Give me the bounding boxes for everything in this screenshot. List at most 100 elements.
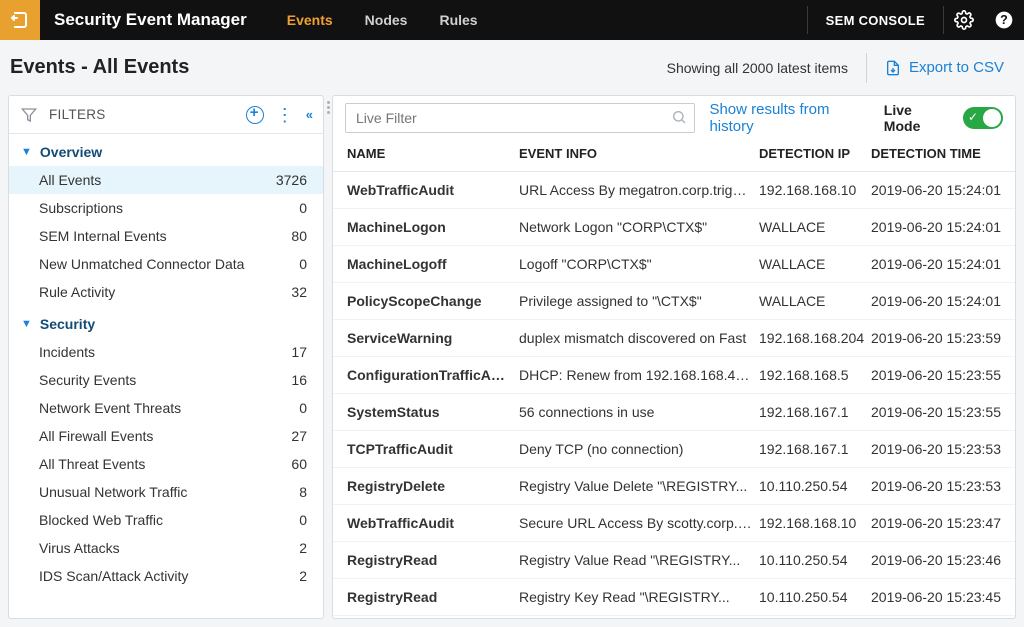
search-icon [671, 109, 687, 125]
cell-ip: 192.168.167.1 [759, 404, 871, 420]
table-row[interactable]: WebTrafficAuditSecure URL Access By scot… [333, 505, 1015, 542]
cell-name: SystemStatus [347, 404, 519, 420]
add-filter-button[interactable] [246, 106, 264, 124]
cell-info: Secure URL Access By scotty.corp.trigeo.… [519, 515, 759, 531]
cell-info: Registry Key Read "\REGISTRY... [519, 589, 759, 605]
filter-item-label: Security Events [39, 372, 136, 388]
cell-info: DHCP: Renew from 192.168.168.48 () [519, 367, 759, 383]
cell-name: WebTrafficAudit [347, 515, 519, 531]
cell-info: Deny TCP (no connection) [519, 441, 759, 457]
showing-count-text: Showing all 2000 latest items [667, 60, 848, 76]
cell-info: Privilege assigned to "\CTX$" [519, 293, 759, 309]
cell-time: 2019-06-20 15:23:45 [871, 589, 1001, 605]
table-row[interactable]: WebTrafficAuditURL Access By megatron.co… [333, 172, 1015, 209]
filter-item-label: SEM Internal Events [39, 228, 167, 244]
nav-tab-rules[interactable]: Rules [423, 0, 493, 40]
cell-name: WebTrafficAudit [347, 182, 519, 198]
export-csv-button[interactable]: Export to CSV [885, 59, 1004, 76]
table-row[interactable]: ConfigurationTrafficAuditDHCP: Renew fro… [333, 357, 1015, 394]
filter-menu-button[interactable]: ⋮ [276, 106, 294, 124]
cell-time: 2019-06-20 15:23:53 [871, 478, 1001, 494]
cell-time: 2019-06-20 15:24:01 [871, 293, 1001, 309]
filter-item[interactable]: New Unmatched Connector Data0 [9, 250, 323, 278]
cell-ip: 10.110.250.54 [759, 589, 871, 605]
section-label: Security [40, 316, 95, 332]
cell-ip: 10.110.250.54 [759, 478, 871, 494]
col-header-info[interactable]: EVENT INFO [519, 146, 759, 161]
col-header-time[interactable]: DETECTION TIME [871, 146, 1001, 161]
filter-item[interactable]: Virus Attacks2 [9, 534, 323, 562]
filter-item-label: All Threat Events [39, 456, 145, 472]
cell-name: PolicyScopeChange [347, 293, 519, 309]
table-row[interactable]: PolicyScopeChangePrivilege assigned to "… [333, 283, 1015, 320]
col-header-name[interactable]: NAME [347, 146, 519, 161]
table-row[interactable]: RegistryReadRegistry Value Read "\REGIST… [333, 542, 1015, 579]
cell-ip: WALLACE [759, 256, 871, 272]
top-nav: Security Event Manager Events Nodes Rule… [0, 0, 1024, 40]
filter-item[interactable]: Unusual Network Traffic8 [9, 478, 323, 506]
table-row[interactable]: ServiceWarningduplex mismatch discovered… [333, 320, 1015, 357]
filter-item[interactable]: All Threat Events 60 [9, 450, 323, 478]
filter-item[interactable]: Incidents17 [9, 338, 323, 366]
nav-tab-events[interactable]: Events [271, 0, 349, 40]
cell-name: MachineLogoff [347, 256, 519, 272]
filter-item[interactable]: Rule Activity32 [9, 278, 323, 306]
cell-ip: 192.168.168.5 [759, 367, 871, 383]
live-filter-input[interactable] [345, 103, 695, 133]
nav-tab-nodes[interactable]: Nodes [349, 0, 424, 40]
help-icon: ? [994, 10, 1014, 30]
filter-item-label: Rule Activity [39, 284, 115, 300]
filter-item[interactable]: All Firewall Events27 [9, 422, 323, 450]
settings-button[interactable] [944, 0, 984, 40]
events-panel: Show results from history Live Mode ✓ NA… [332, 95, 1016, 619]
app-title: Security Event Manager [54, 10, 247, 30]
cell-ip: WALLACE [759, 293, 871, 309]
cell-time: 2019-06-20 15:23:59 [871, 330, 1001, 346]
filter-item[interactable]: All Events3726 [9, 166, 323, 194]
table-row[interactable]: TCPTrafficAuditDeny TCP (no connection)1… [333, 431, 1015, 468]
cell-time: 2019-06-20 15:24:01 [871, 219, 1001, 235]
filter-item-label: Unusual Network Traffic [39, 484, 187, 500]
table-row[interactable]: RegistryDeleteRegistry Value Delete "\RE… [333, 468, 1015, 505]
table-row[interactable]: RegistryReadRegistry Key Read "\REGISTRY… [333, 579, 1015, 616]
filter-item-label: Blocked Web Traffic [39, 512, 163, 528]
filter-item-count: 0 [299, 400, 307, 416]
filter-item[interactable]: Blocked Web Traffic 0 [9, 506, 323, 534]
col-header-ip[interactable]: DETECTION IP [759, 146, 871, 161]
table-row[interactable]: MachineLogonNetwork Logon "CORP\CTX$"WAL… [333, 209, 1015, 246]
caret-down-icon: ▼ [21, 146, 32, 158]
events-table-body: WebTrafficAuditURL Access By megatron.co… [333, 172, 1015, 618]
panel-splitter[interactable] [324, 95, 332, 619]
filter-item-label: Incidents [39, 344, 95, 360]
filter-item-count: 0 [299, 200, 307, 216]
filter-item-label: New Unmatched Connector Data [39, 256, 244, 272]
filter-item-label: Virus Attacks [39, 540, 120, 556]
filter-section-title[interactable]: ▼Overview [9, 134, 323, 166]
filter-item[interactable]: Subscriptions0 [9, 194, 323, 222]
filter-item-count: 60 [291, 456, 307, 472]
cell-name: TCPTrafficAudit [347, 441, 519, 457]
table-row[interactable]: MachineLogoffLogoff "CORP\CTX$"WALLACE20… [333, 246, 1015, 283]
cell-time: 2019-06-20 15:23:55 [871, 367, 1001, 383]
cell-ip: 192.168.168.10 [759, 515, 871, 531]
cell-info: URL Access By megatron.corp.trigeo.com [519, 182, 759, 198]
collapse-sidebar-button[interactable]: « [306, 107, 313, 122]
filter-item[interactable]: Security Events16 [9, 366, 323, 394]
cell-ip: 192.168.168.10 [759, 182, 871, 198]
filter-item[interactable]: IDS Scan/Attack Activity2 [9, 562, 323, 590]
cell-name: RegistryDelete [347, 478, 519, 494]
sem-console-button[interactable]: SEM CONSOLE [808, 13, 943, 28]
cell-time: 2019-06-20 15:24:01 [871, 182, 1001, 198]
filter-item-label: Network Event Threats [39, 400, 181, 416]
filter-item-count: 0 [299, 512, 307, 528]
filter-item[interactable]: SEM Internal Events80 [9, 222, 323, 250]
table-row[interactable]: SystemStatus56 connections in use192.168… [333, 394, 1015, 431]
live-mode-toggle[interactable]: ✓ [963, 107, 1003, 129]
cell-name: MachineLogon [347, 219, 519, 235]
show-history-link[interactable]: Show results from history [709, 101, 869, 135]
help-button[interactable]: ? [984, 0, 1024, 40]
cell-time: 2019-06-20 15:23:46 [871, 552, 1001, 568]
filter-section-title[interactable]: ▼Security [9, 306, 323, 338]
cell-info: 56 connections in use [519, 404, 759, 420]
filter-item[interactable]: Network Event Threats 0 [9, 394, 323, 422]
